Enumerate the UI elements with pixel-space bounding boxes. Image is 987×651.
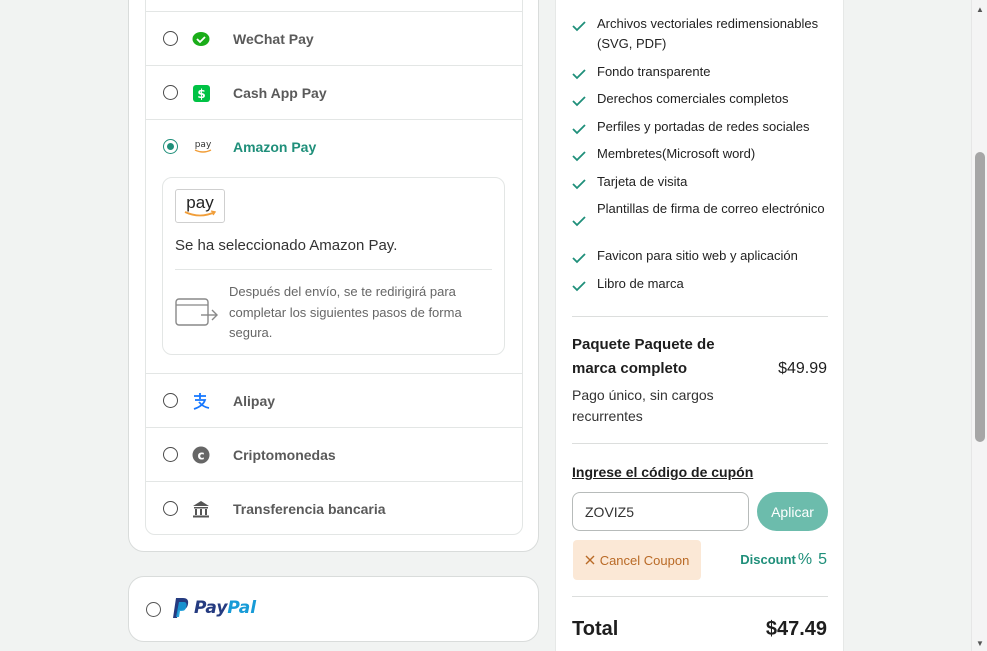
- amazon-pay-logo-text: pay: [186, 192, 214, 212]
- radio-paypal[interactable]: [146, 602, 161, 617]
- check-icon: [572, 93, 586, 113]
- wechat-icon: [191, 29, 211, 49]
- total-label: Total: [572, 618, 619, 640]
- payment-method-cashapp[interactable]: $ Cash App Pay: [146, 65, 522, 119]
- feature-text: Fondo transparente: [597, 64, 711, 79]
- discount-value: 5: [818, 551, 827, 568]
- coupon-label: Ingrese el código de cupón: [572, 464, 754, 480]
- check-icon: [572, 213, 586, 233]
- cancel-coupon-button[interactable]: Cancel Coupon: [573, 540, 701, 580]
- browser-redirect-icon: [175, 298, 219, 333]
- svg-text:$: $: [197, 87, 205, 101]
- divider: [572, 443, 828, 444]
- cancel-coupon-label: Cancel Coupon: [599, 552, 690, 568]
- feature-text: Favicon para sitio web y aplicación: [597, 248, 798, 263]
- payment-method-bank[interactable]: Transferencia bancaria: [146, 481, 522, 534]
- close-icon: [585, 553, 595, 568]
- order-summary-panel: Archivos vectoriales redimensionables (S…: [555, 0, 844, 651]
- paypal-wordmark: PayPal: [194, 598, 256, 618]
- coupon-input[interactable]: [572, 492, 749, 531]
- divider: [572, 316, 828, 317]
- radio-cashapp[interactable]: [163, 85, 178, 100]
- feature-text: Perfiles y portadas de redes sociales: [597, 119, 810, 134]
- discount-percent-sign: %: [797, 551, 813, 568]
- payment-methods-list: WeChat Pay $ Cash App Pay pay Amazon Pay…: [145, 0, 523, 535]
- total-value: $47.49: [765, 618, 827, 640]
- payment-method-label: Alipay: [233, 393, 276, 409]
- feature-text: Derechos comerciales completos: [597, 91, 789, 106]
- radio-wechat[interactable]: [163, 31, 178, 46]
- svg-text:pay: pay: [195, 140, 212, 150]
- package-title: Paquete Paquete de marca completo: [572, 336, 715, 377]
- vertical-scrollbar[interactable]: ▲ ▼: [971, 0, 987, 651]
- amazon-pay-icon: pay: [191, 137, 215, 157]
- package-price: $49.99: [778, 360, 827, 377]
- payment-method-label: Cash App Pay: [233, 85, 327, 101]
- radio-crypto[interactable]: [163, 447, 178, 462]
- paypal-option[interactable]: PayPal: [128, 576, 539, 642]
- alipay-icon: [191, 391, 211, 411]
- payment-method-label: Transferencia bancaria: [233, 501, 386, 517]
- payment-method-amazonpay[interactable]: pay Amazon Pay pay Se ha seleccionado Am…: [146, 119, 522, 373]
- scroll-up-arrow-icon[interactable]: ▲: [976, 5, 984, 14]
- apply-coupon-button[interactable]: Aplicar: [757, 492, 828, 531]
- feature-text: Libro de marca: [597, 276, 684, 291]
- check-icon: [572, 66, 586, 86]
- payment-method-alipay[interactable]: Alipay: [146, 373, 522, 427]
- payment-method-wechat[interactable]: WeChat Pay: [146, 11, 522, 65]
- check-icon: [572, 278, 586, 298]
- payment-method-label: Amazon Pay: [233, 139, 317, 155]
- paypal-p-icon: [173, 598, 189, 618]
- paypal-pal-text: Pal: [227, 598, 257, 618]
- paypal-pay-text: Pay: [194, 598, 228, 618]
- paypal-logo: PayPal: [172, 597, 256, 619]
- amazon-pay-selected-text: Se ha seleccionado Amazon Pay.: [175, 237, 398, 254]
- discount-info: Discount % 5: [740, 551, 827, 569]
- payment-method-label: WeChat Pay: [233, 31, 314, 47]
- check-icon: [572, 250, 586, 270]
- radio-amazonpay[interactable]: [163, 139, 178, 154]
- radio-bank[interactable]: [163, 501, 178, 516]
- feature-text: Membretes(Microsoft word): [597, 146, 756, 161]
- package-subtitle: Pago único, sin cargos recurrentes: [572, 387, 714, 424]
- check-icon: [572, 121, 586, 141]
- scroll-thumb[interactable]: [975, 152, 985, 442]
- cash-app-icon: $: [191, 83, 211, 103]
- feature-text: Archivos vectoriales redimensionables (S…: [597, 16, 819, 51]
- check-icon: [572, 18, 586, 38]
- divider: [572, 596, 828, 597]
- discount-label: Discount: [740, 552, 796, 567]
- scroll-down-arrow-icon[interactable]: ▼: [976, 639, 984, 648]
- payment-method-label: Criptomonedas: [233, 447, 336, 463]
- crypto-icon: c: [191, 445, 211, 465]
- amazon-pay-details: pay Se ha seleccionado Amazon Pay. Despu…: [162, 177, 505, 355]
- check-icon: [572, 148, 586, 168]
- payment-method-crypto[interactable]: c Criptomonedas: [146, 427, 522, 481]
- feature-text: Tarjeta de visita: [597, 174, 688, 189]
- bank-icon: [191, 499, 211, 519]
- divider: [175, 269, 492, 270]
- svg-text:c: c: [197, 449, 204, 463]
- amazon-pay-info: Después del envío, se te redirigirá para…: [229, 284, 462, 340]
- feature-text: Plantillas de firma de correo electrónic…: [597, 201, 825, 216]
- radio-alipay[interactable]: [163, 393, 178, 408]
- check-icon: [572, 176, 586, 196]
- amazon-pay-logo: pay: [175, 189, 225, 223]
